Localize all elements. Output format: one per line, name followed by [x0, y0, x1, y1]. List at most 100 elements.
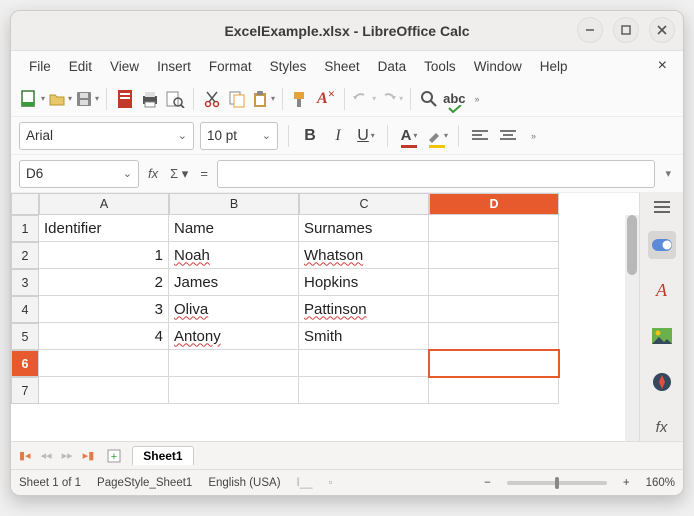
clone-formatting-button[interactable] — [290, 86, 312, 112]
menu-data[interactable]: Data — [370, 55, 415, 78]
find-button[interactable] — [418, 86, 440, 112]
row-header[interactable]: 1 — [11, 215, 39, 242]
tab-prev-icon[interactable]: ◂◂ — [39, 449, 54, 462]
col-header-d[interactable]: D — [429, 193, 559, 215]
redo-button[interactable] — [379, 86, 403, 112]
menu-insert[interactable]: Insert — [149, 55, 199, 78]
formula-icon[interactable]: = — [197, 166, 211, 181]
cell[interactable] — [39, 377, 169, 404]
toolbar-overflow-icon[interactable]: » — [469, 94, 486, 104]
undo-button[interactable] — [352, 86, 376, 112]
new-button[interactable] — [19, 86, 45, 112]
cell[interactable] — [429, 296, 559, 323]
function-wizard-icon[interactable]: fx — [145, 166, 161, 181]
format-toolbar-overflow-icon[interactable]: » — [525, 131, 542, 141]
cell[interactable]: Noah — [169, 242, 299, 269]
highlight-color-button[interactable] — [426, 123, 448, 149]
cell[interactable] — [429, 242, 559, 269]
save-button[interactable] — [75, 86, 99, 112]
cell[interactable]: Whatson — [299, 242, 429, 269]
cell-grid[interactable]: A B C D 1 Identifier Name Surnames 2 1 N… — [11, 193, 639, 404]
cell[interactable] — [299, 350, 429, 377]
underline-button[interactable]: U — [355, 123, 377, 149]
row-header[interactable]: 5 — [11, 323, 39, 350]
row-header[interactable]: 7 — [11, 377, 39, 404]
tab-next-icon[interactable]: ▸▸ — [60, 449, 75, 462]
cell[interactable]: Surnames — [299, 215, 429, 242]
print-preview-button[interactable] — [164, 86, 186, 112]
status-language[interactable]: English (USA) — [208, 477, 280, 489]
sidebar-menu-icon[interactable] — [650, 201, 674, 213]
functions-panel-icon[interactable]: fx — [648, 413, 676, 441]
cell[interactable] — [429, 377, 559, 404]
menu-format[interactable]: Format — [201, 55, 260, 78]
row-header[interactable]: 3 — [11, 269, 39, 296]
bold-button[interactable]: B — [299, 123, 321, 149]
cell[interactable] — [429, 215, 559, 242]
status-insert-mode[interactable]: I__ — [297, 477, 313, 489]
zoom-in-icon[interactable]: + — [623, 477, 630, 489]
align-left-button[interactable] — [469, 123, 491, 149]
status-page-style[interactable]: PageStyle_Sheet1 — [97, 477, 192, 489]
vertical-scrollbar[interactable] — [625, 215, 639, 441]
menu-edit[interactable]: Edit — [61, 55, 100, 78]
menu-file[interactable]: File — [21, 55, 59, 78]
col-header-b[interactable]: B — [169, 193, 299, 215]
tab-last-icon[interactable]: ▸▮ — [81, 449, 97, 462]
clear-formatting-button[interactable]: A✕ — [315, 86, 337, 112]
cell[interactable]: 1 — [39, 242, 169, 269]
close-button[interactable] — [649, 17, 675, 43]
cell[interactable] — [169, 377, 299, 404]
font-name-combo[interactable]: Arial⌄ — [19, 122, 194, 150]
formula-expand-icon[interactable]: ▾ — [661, 167, 675, 180]
menu-tools[interactable]: Tools — [416, 55, 464, 78]
open-button[interactable] — [48, 86, 72, 112]
cell[interactable]: Hopkins — [299, 269, 429, 296]
row-header[interactable]: 2 — [11, 242, 39, 269]
properties-panel-icon[interactable] — [648, 231, 676, 259]
cut-button[interactable] — [201, 86, 223, 112]
cell[interactable] — [169, 350, 299, 377]
cell[interactable]: 3 — [39, 296, 169, 323]
zoom-value[interactable]: 160% — [646, 477, 675, 489]
print-button[interactable] — [139, 86, 161, 112]
font-size-combo[interactable]: 10 pt⌄ — [200, 122, 278, 150]
copy-button[interactable] — [226, 86, 248, 112]
menu-sheet[interactable]: Sheet — [316, 55, 367, 78]
menu-styles[interactable]: Styles — [262, 55, 315, 78]
row-header[interactable]: 6 — [11, 350, 39, 377]
status-selection-mode[interactable]: ▫ — [329, 477, 333, 489]
gallery-panel-icon[interactable] — [648, 322, 676, 350]
maximize-button[interactable] — [613, 17, 639, 43]
minimize-button[interactable] — [577, 17, 603, 43]
col-header-a[interactable]: A — [39, 193, 169, 215]
italic-button[interactable]: I — [327, 123, 349, 149]
cell[interactable] — [429, 269, 559, 296]
paste-button[interactable] — [251, 86, 275, 112]
menu-view[interactable]: View — [102, 55, 147, 78]
menu-window[interactable]: Window — [466, 55, 530, 78]
select-all-corner[interactable] — [11, 193, 39, 215]
spellcheck-button[interactable]: abc — [443, 86, 465, 112]
close-document-icon[interactable]: × — [652, 57, 673, 75]
cell[interactable]: Smith — [299, 323, 429, 350]
add-sheet-icon[interactable]: + — [102, 448, 126, 464]
align-center-button[interactable] — [497, 123, 519, 149]
cell[interactable]: 2 — [39, 269, 169, 296]
styles-panel-icon[interactable]: A — [648, 277, 676, 305]
sheet-tab[interactable]: Sheet1 — [132, 446, 193, 465]
sum-icon[interactable]: Σ ▾ — [167, 166, 191, 182]
cell[interactable]: Antony — [169, 323, 299, 350]
pdf-export-button[interactable] — [114, 86, 136, 112]
cell[interactable]: 4 — [39, 323, 169, 350]
cell[interactable]: James — [169, 269, 299, 296]
zoom-slider[interactable] — [507, 481, 607, 485]
cell[interactable] — [39, 350, 169, 377]
cell[interactable]: Oliva — [169, 296, 299, 323]
cell[interactable] — [429, 323, 559, 350]
navigator-panel-icon[interactable] — [648, 368, 676, 396]
menu-help[interactable]: Help — [532, 55, 576, 78]
font-color-button[interactable]: A — [398, 123, 420, 149]
formula-input[interactable] — [217, 160, 656, 188]
zoom-out-icon[interactable]: − — [484, 477, 491, 489]
